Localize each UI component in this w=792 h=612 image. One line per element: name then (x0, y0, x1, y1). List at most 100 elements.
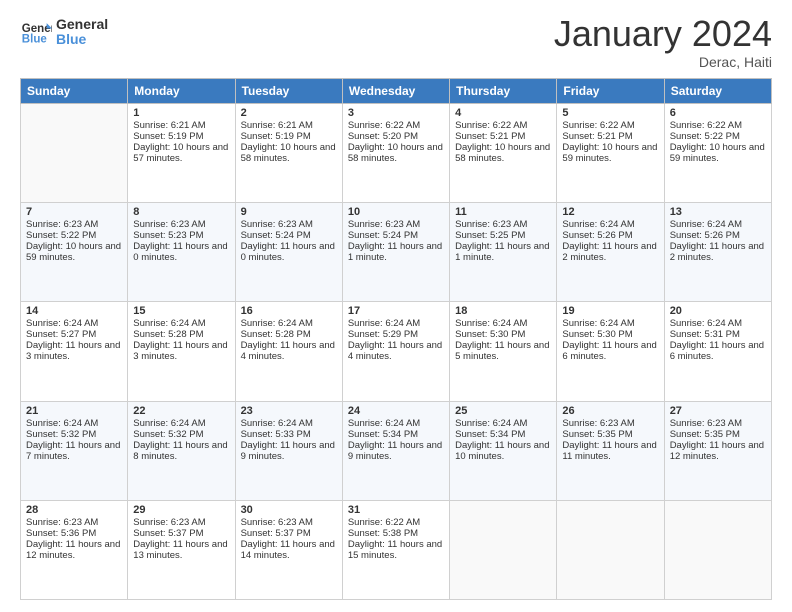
day-number: 16 (241, 305, 337, 317)
sunrise-text: Sunrise: 6:24 AM (670, 318, 742, 329)
sunset-text: Sunset: 5:22 PM (670, 131, 740, 142)
calendar-cell: 5Sunrise: 6:22 AMSunset: 5:21 PMDaylight… (557, 104, 664, 203)
daylight-text: Daylight: 11 hours and 2 minutes. (670, 241, 764, 263)
logo-general: General (56, 17, 108, 32)
day-number: 11 (455, 206, 551, 218)
sunset-text: Sunset: 5:22 PM (26, 230, 96, 241)
daylight-text: Daylight: 11 hours and 3 minutes. (26, 340, 120, 362)
day-number: 26 (562, 405, 658, 417)
daylight-text: Daylight: 11 hours and 10 minutes. (455, 440, 549, 462)
sunrise-text: Sunrise: 6:24 AM (562, 318, 634, 329)
sunset-text: Sunset: 5:24 PM (348, 230, 418, 241)
daylight-text: Daylight: 11 hours and 4 minutes. (241, 340, 335, 362)
day-number: 24 (348, 405, 444, 417)
calendar-cell: 9Sunrise: 6:23 AMSunset: 5:24 PMDaylight… (235, 203, 342, 302)
day-number: 7 (26, 206, 122, 218)
calendar-cell: 14Sunrise: 6:24 AMSunset: 5:27 PMDayligh… (21, 302, 128, 401)
daylight-text: Daylight: 10 hours and 59 minutes. (562, 142, 657, 164)
calendar-cell: 31Sunrise: 6:22 AMSunset: 5:38 PMDayligh… (342, 500, 449, 599)
svg-text:Blue: Blue (22, 34, 48, 46)
location: Derac, Haiti (554, 54, 772, 70)
sunset-text: Sunset: 5:30 PM (455, 329, 525, 340)
calendar-cell: 29Sunrise: 6:23 AMSunset: 5:37 PMDayligh… (128, 500, 235, 599)
sunset-text: Sunset: 5:32 PM (133, 429, 203, 440)
sunset-text: Sunset: 5:21 PM (562, 131, 632, 142)
sunset-text: Sunset: 5:36 PM (26, 528, 96, 539)
title-section: January 2024 Derac, Haiti (554, 16, 772, 70)
sunset-text: Sunset: 5:27 PM (26, 329, 96, 340)
sunset-text: Sunset: 5:38 PM (348, 528, 418, 539)
calendar-header-monday: Monday (128, 79, 235, 104)
month-title: January 2024 (554, 16, 772, 52)
daylight-text: Daylight: 11 hours and 14 minutes. (241, 539, 335, 561)
day-number: 30 (241, 504, 337, 516)
sunset-text: Sunset: 5:34 PM (455, 429, 525, 440)
calendar-cell: 26Sunrise: 6:23 AMSunset: 5:35 PMDayligh… (557, 401, 664, 500)
day-number: 28 (26, 504, 122, 516)
sunrise-text: Sunrise: 6:23 AM (241, 517, 313, 528)
calendar-cell: 25Sunrise: 6:24 AMSunset: 5:34 PMDayligh… (450, 401, 557, 500)
sunset-text: Sunset: 5:20 PM (348, 131, 418, 142)
sunrise-text: Sunrise: 6:24 AM (26, 318, 98, 329)
sunset-text: Sunset: 5:29 PM (348, 329, 418, 340)
daylight-text: Daylight: 11 hours and 0 minutes. (133, 241, 227, 263)
sunrise-text: Sunrise: 6:24 AM (455, 318, 527, 329)
daylight-text: Daylight: 11 hours and 11 minutes. (562, 440, 656, 462)
daylight-text: Daylight: 10 hours and 59 minutes. (670, 142, 765, 164)
sunset-text: Sunset: 5:32 PM (26, 429, 96, 440)
sunset-text: Sunset: 5:24 PM (241, 230, 311, 241)
sunset-text: Sunset: 5:28 PM (241, 329, 311, 340)
sunrise-text: Sunrise: 6:23 AM (133, 517, 205, 528)
daylight-text: Daylight: 10 hours and 59 minutes. (26, 241, 121, 263)
sunrise-text: Sunrise: 6:24 AM (348, 418, 420, 429)
day-number: 18 (455, 305, 551, 317)
daylight-text: Daylight: 11 hours and 2 minutes. (562, 241, 656, 263)
calendar-cell: 15Sunrise: 6:24 AMSunset: 5:28 PMDayligh… (128, 302, 235, 401)
daylight-text: Daylight: 11 hours and 5 minutes. (455, 340, 549, 362)
day-number: 6 (670, 107, 766, 119)
sunrise-text: Sunrise: 6:24 AM (241, 418, 313, 429)
daylight-text: Daylight: 11 hours and 13 minutes. (133, 539, 227, 561)
daylight-text: Daylight: 10 hours and 58 minutes. (455, 142, 550, 164)
calendar-cell: 4Sunrise: 6:22 AMSunset: 5:21 PMDaylight… (450, 104, 557, 203)
calendar-header-friday: Friday (557, 79, 664, 104)
calendar-cell (664, 500, 771, 599)
calendar-week-row: 14Sunrise: 6:24 AMSunset: 5:27 PMDayligh… (21, 302, 772, 401)
day-number: 2 (241, 107, 337, 119)
sunrise-text: Sunrise: 6:22 AM (348, 120, 420, 131)
sunrise-text: Sunrise: 6:24 AM (348, 318, 420, 329)
sunset-text: Sunset: 5:31 PM (670, 329, 740, 340)
calendar-cell: 8Sunrise: 6:23 AMSunset: 5:23 PMDaylight… (128, 203, 235, 302)
calendar-cell: 27Sunrise: 6:23 AMSunset: 5:35 PMDayligh… (664, 401, 771, 500)
calendar-week-row: 1Sunrise: 6:21 AMSunset: 5:19 PMDaylight… (21, 104, 772, 203)
sunset-text: Sunset: 5:19 PM (133, 131, 203, 142)
day-number: 17 (348, 305, 444, 317)
calendar-cell: 10Sunrise: 6:23 AMSunset: 5:24 PMDayligh… (342, 203, 449, 302)
day-number: 27 (670, 405, 766, 417)
sunrise-text: Sunrise: 6:24 AM (670, 219, 742, 230)
day-number: 14 (26, 305, 122, 317)
calendar-cell: 19Sunrise: 6:24 AMSunset: 5:30 PMDayligh… (557, 302, 664, 401)
day-number: 8 (133, 206, 229, 218)
day-number: 29 (133, 504, 229, 516)
sunset-text: Sunset: 5:26 PM (670, 230, 740, 241)
sunrise-text: Sunrise: 6:23 AM (133, 219, 205, 230)
sunset-text: Sunset: 5:35 PM (562, 429, 632, 440)
day-number: 15 (133, 305, 229, 317)
calendar-cell (557, 500, 664, 599)
sunset-text: Sunset: 5:37 PM (133, 528, 203, 539)
calendar-cell: 3Sunrise: 6:22 AMSunset: 5:20 PMDaylight… (342, 104, 449, 203)
calendar-header-saturday: Saturday (664, 79, 771, 104)
calendar-cell: 1Sunrise: 6:21 AMSunset: 5:19 PMDaylight… (128, 104, 235, 203)
daylight-text: Daylight: 11 hours and 12 minutes. (26, 539, 120, 561)
daylight-text: Daylight: 10 hours and 57 minutes. (133, 142, 228, 164)
page: General Blue General Blue January 2024 D… (0, 0, 792, 612)
calendar-cell: 16Sunrise: 6:24 AMSunset: 5:28 PMDayligh… (235, 302, 342, 401)
calendar-cell (21, 104, 128, 203)
calendar-cell: 17Sunrise: 6:24 AMSunset: 5:29 PMDayligh… (342, 302, 449, 401)
sunrise-text: Sunrise: 6:23 AM (26, 517, 98, 528)
sunset-text: Sunset: 5:37 PM (241, 528, 311, 539)
sunset-text: Sunset: 5:35 PM (670, 429, 740, 440)
calendar-header-wednesday: Wednesday (342, 79, 449, 104)
calendar-week-row: 28Sunrise: 6:23 AMSunset: 5:36 PMDayligh… (21, 500, 772, 599)
